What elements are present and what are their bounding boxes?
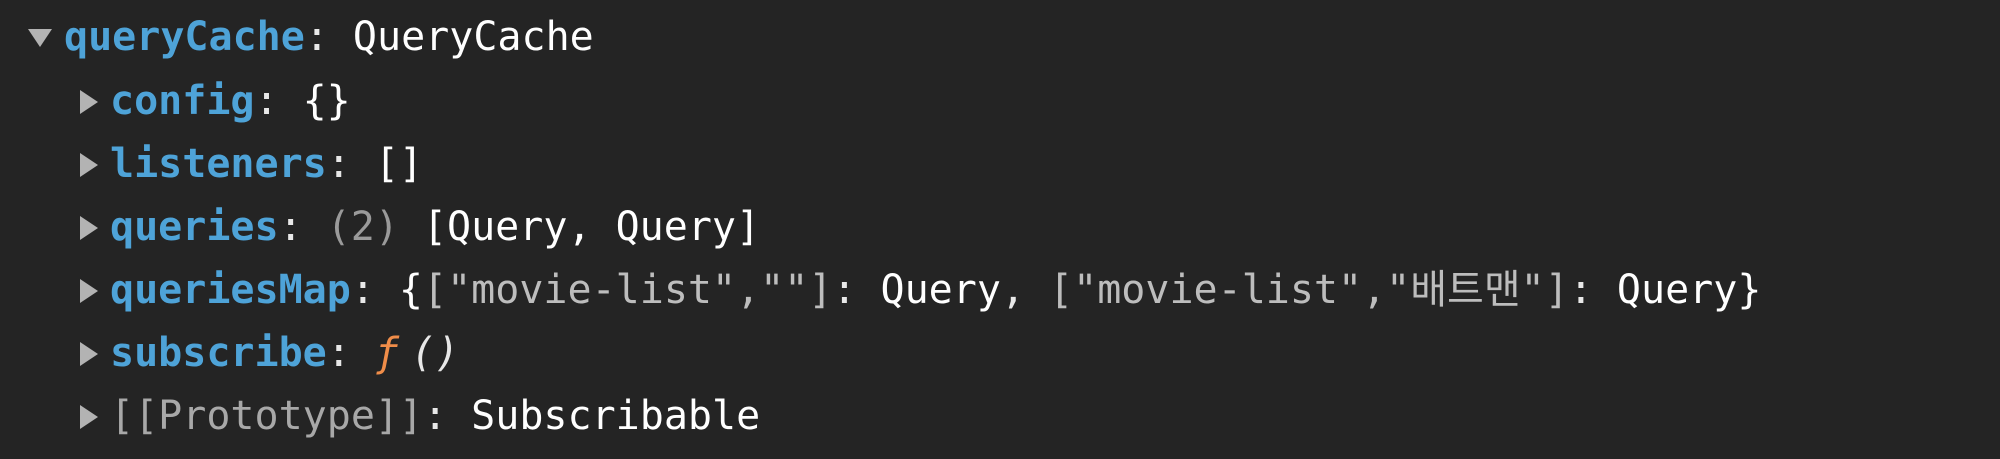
property-value: QueryCache xyxy=(352,14,594,60)
tree-row-prototype[interactable]: [[Prototype]] : Subscribable xyxy=(80,385,760,448)
property-key: [[Prototype]] xyxy=(110,393,424,439)
colon: : xyxy=(278,204,303,250)
colon: : xyxy=(326,330,351,376)
tree-row-listeners[interactable]: listeners : [] xyxy=(80,133,423,196)
triangle-right-icon[interactable] xyxy=(80,404,98,429)
triangle-right-icon[interactable] xyxy=(80,278,98,303)
property-value: [] xyxy=(374,141,424,187)
property-value: Subscribable xyxy=(471,393,761,439)
triangle-right-icon[interactable] xyxy=(80,215,98,240)
triangle-right-icon[interactable] xyxy=(80,152,98,177)
colon: : xyxy=(1568,267,1593,313)
array-length: (2) xyxy=(326,204,399,250)
property-key: config xyxy=(110,78,255,124)
property-value: {} xyxy=(302,78,351,124)
function-icon: ƒ xyxy=(374,330,399,376)
comma: , xyxy=(1000,267,1026,313)
triangle-right-icon[interactable] xyxy=(80,341,98,366)
property-key: listeners xyxy=(110,141,327,187)
tree-row-querycache[interactable]: queryCache : QueryCache xyxy=(28,6,594,69)
tree-row-queriesmap[interactable]: queriesMap : { ["movie-list",""] : Query… xyxy=(80,259,1761,322)
colon: : xyxy=(254,78,279,124)
devtools-console-object-tree: queryCache : QueryCache config : {} list… xyxy=(0,0,2000,459)
brace-close: } xyxy=(1737,267,1762,313)
tree-row-queries[interactable]: queries : (2) [Query, Query] xyxy=(80,196,760,259)
colon: : xyxy=(350,267,375,313)
map-entry-value: Query xyxy=(880,267,1001,313)
property-value: [Query, Query] xyxy=(422,204,761,250)
property-key: queryCache xyxy=(64,14,305,60)
function-args: () xyxy=(410,330,460,376)
property-key: subscribe xyxy=(110,330,327,376)
colon: : xyxy=(326,141,351,187)
colon: : xyxy=(423,393,448,439)
colon: : xyxy=(304,14,329,60)
map-entry-value: Query xyxy=(1616,267,1738,313)
map-entry-key: ["movie-list",""] xyxy=(423,267,833,313)
map-entry-key: ["movie-list","배트맨"] xyxy=(1049,267,1569,313)
triangle-right-icon[interactable] xyxy=(80,89,98,114)
property-key: queriesMap xyxy=(110,267,351,313)
property-key: queries xyxy=(110,204,279,250)
brace-open: { xyxy=(398,267,424,313)
colon: : xyxy=(832,267,857,313)
tree-row-config[interactable]: config : {} xyxy=(80,70,351,133)
triangle-down-icon[interactable] xyxy=(28,28,52,47)
tree-row-subscribe[interactable]: subscribe : ƒ () xyxy=(80,322,459,385)
